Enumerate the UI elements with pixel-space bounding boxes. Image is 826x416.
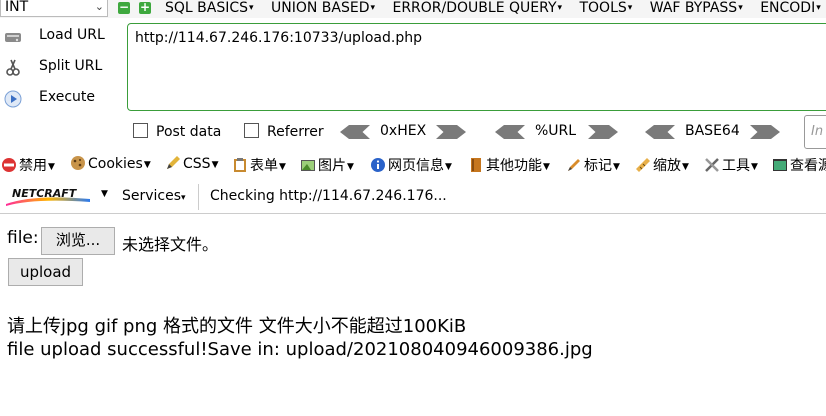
webdev-outline-label: 标记 xyxy=(584,158,612,174)
webdev-cookies-menu[interactable]: Cookies▼ xyxy=(70,155,151,172)
toolbar-divider xyxy=(198,184,199,210)
file-label: file: xyxy=(7,228,39,248)
webdev-source-label: 查看源 xyxy=(790,158,826,174)
webdev-source-menu[interactable]: 查看源 xyxy=(772,155,826,175)
load-url-icon xyxy=(5,33,21,42)
netcraft-logo[interactable]: NETCRAFT xyxy=(4,186,92,206)
menu-sql-basics[interactable]: SQL BASICS xyxy=(165,0,254,16)
menu-tools[interactable]: TOOLS xyxy=(579,0,632,16)
webdev-images-menu[interactable]: 图片▼ xyxy=(300,155,354,175)
execute-button[interactable]: Execute xyxy=(0,86,120,112)
webdev-info-menu[interactable]: 网页信息▼ xyxy=(370,155,452,175)
netcraft-services-label: Services xyxy=(122,188,182,204)
webdev-outline-menu[interactable]: 标记▼ xyxy=(566,155,620,175)
hex-decode-arrow-icon[interactable] xyxy=(340,125,370,139)
tools-icon xyxy=(705,158,719,172)
scissors-icon xyxy=(6,59,20,76)
webdev-disable-menu[interactable]: 禁用▼ xyxy=(1,155,55,175)
webdev-resize-menu[interactable]: 缩放▼ xyxy=(635,155,689,175)
post-data-check[interactable] xyxy=(133,123,148,138)
upload-instruction-text: 请上传jpg gif png 格式的文件 文件大小不能超过100KiB xyxy=(7,316,467,337)
hackbar-menubar: INT ⌄ − + SQL BASICS UNION BASED ERROR/D… xyxy=(0,0,826,18)
pencil-icon xyxy=(167,156,180,169)
image-icon xyxy=(301,160,315,171)
base64-encode-arrow-icon[interactable] xyxy=(750,125,780,139)
post-data-label: Post data xyxy=(156,124,222,140)
no-entry-icon xyxy=(2,158,16,172)
webdev-images-label: 图片 xyxy=(318,158,346,174)
hex-label: 0xHEX xyxy=(380,123,427,139)
load-url-label: Load URL xyxy=(39,27,105,43)
execute-label: Execute xyxy=(39,89,95,105)
url-enc-label: %URL xyxy=(535,123,577,139)
netcraft-logo-text: NETCRAFT xyxy=(12,187,78,200)
webdev-info-label: 网页信息 xyxy=(388,158,444,174)
play-icon xyxy=(4,90,22,108)
view-source-icon xyxy=(773,159,787,171)
menu-waf-bypass[interactable]: WAF BYPASS xyxy=(650,0,743,16)
menu-encoding[interactable]: ENCODI xyxy=(760,0,821,16)
webdev-toolbar: 禁用▼ Cookies▼ CSS▼ 表单▼ 图片▼ 网页信息▼ 其他功能▼ 标记… xyxy=(0,152,826,176)
referrer-checkbox[interactable]: Referrer xyxy=(244,123,324,140)
webdev-tools-label: 工具 xyxy=(722,158,750,174)
hex-encode-arrow-icon[interactable] xyxy=(436,125,466,139)
base64-label: BASE64 xyxy=(685,123,740,139)
upload-button[interactable]: upload xyxy=(8,258,83,286)
webdev-resize-label: 缩放 xyxy=(653,158,681,174)
upload-result-text: file upload successful!Save in: upload/2… xyxy=(7,339,593,360)
netcraft-toolbar: NETCRAFT ▼ Services▾ Checking http://114… xyxy=(0,180,826,214)
webdev-forms-menu[interactable]: 表单▼ xyxy=(232,155,286,175)
plus-icon[interactable]: + xyxy=(139,1,151,14)
type-select-value: INT xyxy=(5,0,29,15)
netcraft-checking-status: Checking http://114.67.246.176... xyxy=(210,188,447,204)
webdev-misc-menu[interactable]: 其他功能▼ xyxy=(468,155,550,175)
post-data-checkbox[interactable]: Post data xyxy=(133,123,221,140)
webdev-cookies-label: Cookies xyxy=(88,156,143,172)
ruler-icon xyxy=(636,158,650,172)
netcraft-services-menu[interactable]: Services▾ xyxy=(122,188,186,204)
url-textarea[interactable]: http://114.67.246.176:10733/upload.php xyxy=(127,23,826,111)
webdev-css-menu[interactable]: CSS▼ xyxy=(165,155,218,172)
book-icon xyxy=(471,158,481,172)
marker-icon xyxy=(568,159,580,171)
menu-error-double-query[interactable]: ERROR/DOUBLE QUERY xyxy=(392,0,562,16)
webdev-misc-label: 其他功能 xyxy=(486,158,542,174)
browse-button[interactable]: 浏览... xyxy=(41,227,115,255)
menu-union-based[interactable]: UNION BASED xyxy=(271,0,375,16)
base64-decode-arrow-icon[interactable] xyxy=(645,125,675,139)
load-url-button[interactable]: Load URL xyxy=(0,24,120,50)
netcraft-dropdown-icon[interactable]: ▼ xyxy=(101,189,108,199)
split-url-button[interactable]: Split URL xyxy=(0,55,120,81)
no-file-selected-text: 未选择文件。 xyxy=(122,235,219,254)
type-select[interactable]: INT ⌄ xyxy=(0,0,108,17)
webdev-disable-label: 禁用 xyxy=(19,158,47,174)
webdev-css-label: CSS xyxy=(183,156,211,172)
webdev-forms-label: 表单 xyxy=(250,158,278,174)
side-input[interactable]: In xyxy=(804,115,826,149)
referrer-label: Referrer xyxy=(267,124,324,140)
url-encode-arrow-icon[interactable] xyxy=(588,125,618,139)
webdev-tools-menu[interactable]: 工具▼ xyxy=(704,155,758,175)
split-url-label: Split URL xyxy=(39,58,103,74)
url-decode-arrow-icon[interactable] xyxy=(495,125,525,139)
chevron-down-icon: ⌄ xyxy=(94,0,104,13)
clipboard-icon xyxy=(234,158,246,172)
file-input-row: file: 浏览... 未选择文件。 xyxy=(7,227,218,255)
minus-icon[interactable]: − xyxy=(118,1,130,14)
cookie-icon xyxy=(71,156,85,170)
referrer-check[interactable] xyxy=(244,123,259,138)
info-icon xyxy=(371,158,385,172)
